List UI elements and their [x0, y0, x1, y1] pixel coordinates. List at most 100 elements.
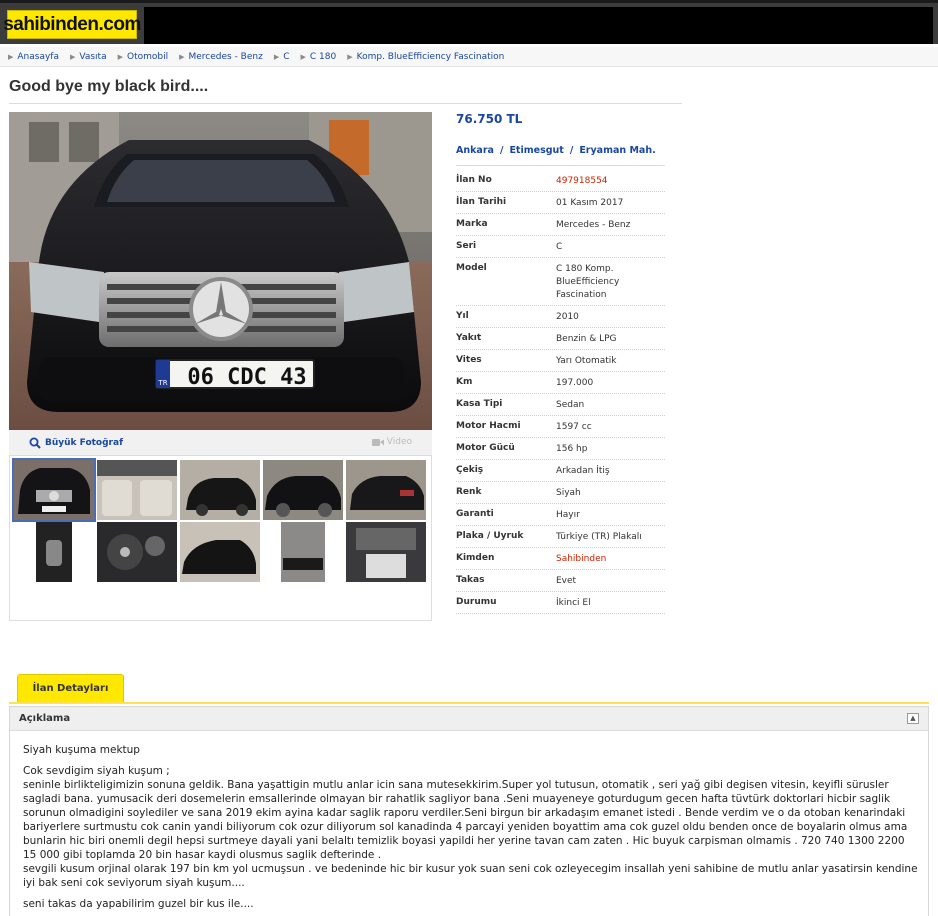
breadcrumb-item[interactable]: ▶ Anasayfa — [8, 52, 59, 62]
description-heading: Açıklama — [19, 713, 71, 724]
thumbnail[interactable] — [180, 522, 260, 582]
collapse-icon[interactable]: ▲ — [907, 713, 919, 724]
location-separator: / — [569, 145, 574, 156]
breadcrumb-label: Otomobil — [126, 51, 169, 62]
page-title: Good bye my black bird.... — [9, 78, 209, 95]
video-label: Video — [386, 437, 412, 447]
info-row: Çekiş Arkadan İtiş — [456, 460, 665, 482]
info-label: Motor Hacmi — [456, 421, 521, 431]
info-value: C 180 Komp. BlueEfficiency Fascination — [556, 264, 620, 300]
location: Ankara / Etimesgut / Eryaman Mah. — [456, 145, 656, 156]
info-label: Motor Gücü — [456, 443, 515, 453]
thumbnail[interactable] — [12, 458, 96, 522]
info-row: Km 197.000 — [456, 372, 665, 394]
breadcrumb-label: Komp. BlueEfficiency Fascination — [356, 51, 505, 62]
thumbnail[interactable] — [97, 522, 177, 582]
breadcrumb-item[interactable]: ▶ Komp. BlueEfficiency Fascination — [347, 52, 504, 62]
video-link[interactable]: Video — [371, 437, 412, 447]
breadcrumb-arrow-icon: ▶ — [347, 52, 353, 61]
info-row: Kasa Tipi Sedan — [456, 394, 665, 416]
info-label: Çekiş — [456, 465, 484, 475]
big-photo-link[interactable]: Büyük Fotoğraf — [29, 437, 123, 449]
info-value: Sedan — [556, 400, 585, 410]
info-value: Arkadan İtiş — [556, 466, 610, 476]
description-paragraph: seni takas da yapabilirim guzel bir kus … — [23, 898, 254, 910]
magnifier-icon — [29, 437, 41, 449]
thumbnail[interactable] — [263, 460, 343, 520]
thumbnail[interactable] — [180, 460, 260, 520]
location-city[interactable]: Ankara — [456, 145, 494, 156]
description-body: Siyah kuşuma mektup Cok sevdigim siyah k… — [23, 743, 918, 916]
info-row: İlan Tarihi 01 Kasım 2017 — [456, 192, 665, 214]
info-value: 2010 — [556, 312, 579, 322]
big-photo-label: Büyük Fotoğraf — [45, 438, 123, 448]
info-row: Yıl 2010 — [456, 306, 665, 328]
thumbnail[interactable] — [97, 460, 177, 520]
logo-text: sahibinden.com — [3, 13, 141, 35]
info-label: Kimden — [456, 553, 495, 563]
main-photo[interactable]: TR 06 CDC 43 — [9, 112, 432, 430]
location-district[interactable]: Etimesgut — [509, 145, 563, 156]
info-value: C — [556, 242, 563, 252]
info-value: 156 hp — [556, 444, 588, 454]
info-label: Model — [456, 263, 487, 273]
title-divider — [9, 103, 682, 104]
video-camera-icon — [371, 438, 384, 446]
breadcrumb-arrow-icon: ▶ — [8, 52, 14, 61]
breadcrumb-item[interactable]: ▶ C — [274, 52, 290, 62]
info-row: Garanti Hayır — [456, 504, 665, 526]
info-label: Seri — [456, 241, 477, 251]
tab-label: İlan Detayları — [32, 683, 109, 694]
plate-country-text: TR — [157, 379, 167, 387]
breadcrumb-item[interactable]: ▶ Mercedes - Benz — [179, 52, 263, 62]
breadcrumb-arrow-icon: ▶ — [300, 52, 306, 61]
breadcrumb-label: C — [283, 51, 290, 62]
tab-listing-details[interactable]: İlan Detayları — [17, 674, 124, 702]
info-row: İlan No 497918554 — [456, 170, 665, 192]
breadcrumb-label: C 180 — [309, 51, 337, 62]
info-label: Garanti — [456, 509, 494, 519]
info-value: Türkiye (TR) Plakalı — [556, 532, 642, 542]
thumbnail[interactable] — [346, 460, 426, 520]
info-row: Motor Hacmi 1597 cc — [456, 416, 665, 438]
info-label: İlan Tarihi — [456, 197, 507, 207]
description-header: Açıklama ▲ — [10, 707, 928, 731]
info-value: İkinci El — [556, 598, 591, 608]
plate-text: 06 CDC 43 — [187, 365, 306, 390]
info-label: Durumu — [456, 597, 497, 607]
info-value: Sahibinden — [556, 554, 607, 564]
description-paragraph: Cok sevdigim siyah kuşum ; seninle birli… — [23, 765, 918, 889]
breadcrumb-arrow-icon: ▶ — [69, 52, 76, 61]
info-label: Kasa Tipi — [456, 399, 503, 409]
price: 76.750 TL — [456, 112, 523, 126]
info-label: Marka — [456, 219, 488, 229]
location-neighborhood[interactable]: Eryaman Mah. — [579, 145, 655, 156]
description-paragraph: Siyah kuşuma mektup — [23, 744, 140, 756]
breadcrumb-item[interactable]: ▶ Otomobil — [118, 52, 169, 62]
thumbnail[interactable] — [263, 522, 343, 582]
breadcrumb: ▶ Anasayfa ▶ Vasıta ▶ Otomobil ▶ Mercedes - Ben… — [0, 47, 938, 67]
info-value: 497918554 — [556, 176, 608, 186]
info-label: Plaka / Uyruk — [456, 531, 524, 541]
info-label: Km — [456, 377, 473, 387]
info-label: Yıl — [456, 311, 469, 321]
info-value: 01 Kasım 2017 — [556, 198, 624, 208]
info-row: Motor Gücü 156 hp — [456, 438, 665, 460]
info-row: Seri C — [456, 236, 665, 258]
breadcrumb-item[interactable]: ▶ C 180 — [301, 52, 337, 62]
info-value: 197.000 — [556, 378, 594, 388]
breadcrumb-item[interactable]: ▶ Vasıta — [70, 52, 107, 62]
info-value: Mercedes - Benz — [556, 220, 631, 230]
breadcrumb-label: Mercedes - Benz — [188, 51, 263, 62]
thumbnail[interactable] — [346, 522, 426, 582]
site-logo[interactable]: sahibinden.com — [3, 10, 141, 39]
location-divider — [456, 165, 665, 166]
info-value: Evet — [556, 576, 577, 586]
thumbnail[interactable] — [14, 522, 94, 582]
info-row: Kimden Sahibinden — [456, 548, 665, 570]
info-row: Durumu İkinci El — [456, 592, 665, 614]
info-label: İlan No — [456, 175, 492, 185]
info-value: Hayır — [556, 510, 580, 520]
breadcrumb-arrow-icon: ▶ — [117, 52, 123, 61]
info-row: Plaka / Uyruk Türkiye (TR) Plakalı — [456, 526, 665, 548]
